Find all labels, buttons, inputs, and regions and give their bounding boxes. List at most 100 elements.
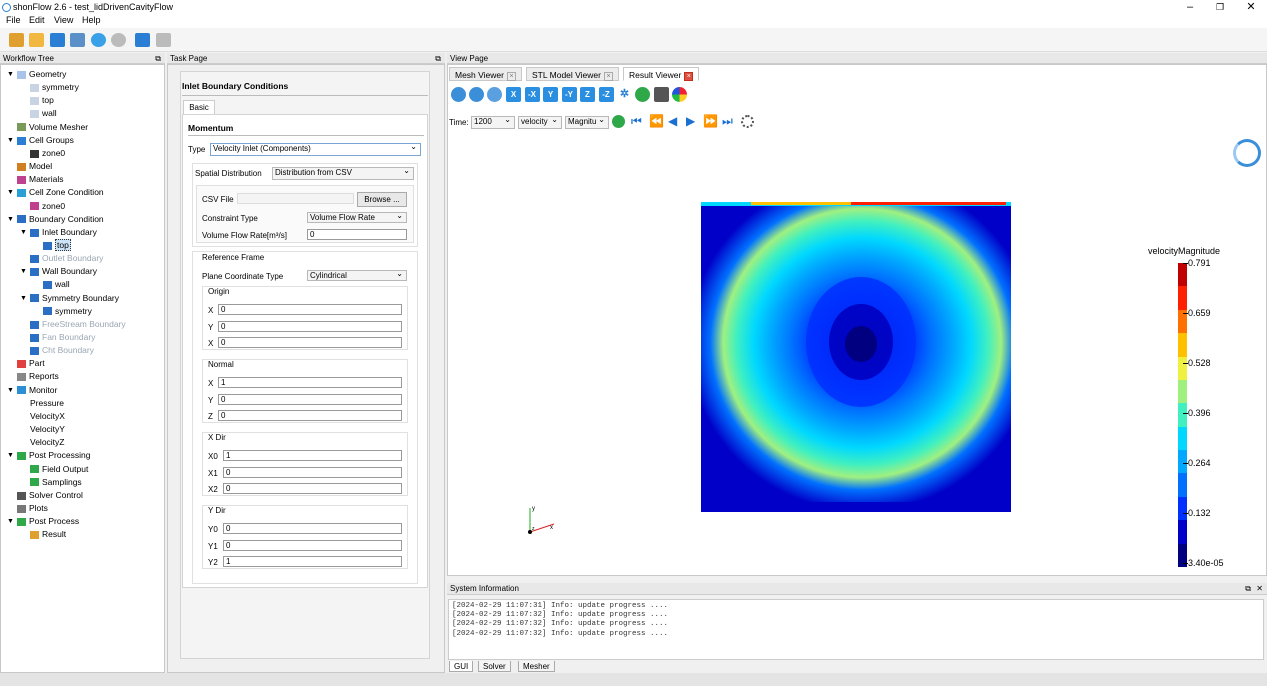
- normal-field-input[interactable]: 1: [218, 377, 402, 388]
- close-tab-icon[interactable]: ×: [603, 72, 613, 81]
- normal-field-input[interactable]: 0: [218, 410, 402, 421]
- open-folder-icon[interactable]: [29, 33, 44, 47]
- tree-item[interactable]: ▼ Symmetry Boundary: [20, 293, 119, 304]
- float-panel-icon[interactable]: ⧉: [435, 53, 441, 64]
- field-select[interactable]: velocity: [518, 115, 562, 129]
- tab-result-viewer[interactable]: Result Viewer ×: [623, 67, 700, 81]
- tree-item[interactable]: Volume Mesher: [17, 122, 88, 133]
- tree-item[interactable]: FreeStream Boundary: [30, 319, 126, 330]
- tree-item[interactable]: Samplings: [30, 477, 82, 488]
- tree-item[interactable]: top: [43, 238, 71, 251]
- expand-arrow-icon[interactable]: ▼: [20, 227, 27, 238]
- ydir-field-input[interactable]: 0: [223, 539, 402, 551]
- menu-view[interactable]: View: [54, 15, 73, 25]
- tree-item[interactable]: VelocityZ: [30, 437, 65, 448]
- menu-file[interactable]: File: [6, 15, 21, 25]
- xdir-field-input[interactable]: 0: [223, 483, 402, 494]
- tree-item[interactable]: Cht Boundary: [30, 345, 94, 356]
- view-Y-button[interactable]: Y: [543, 87, 558, 102]
- view-X-button[interactable]: X: [506, 87, 521, 102]
- menu-edit[interactable]: Edit: [29, 15, 45, 25]
- close-tab-icon[interactable]: ×: [684, 72, 694, 81]
- expand-arrow-icon[interactable]: ▼: [7, 214, 14, 225]
- rotate-view-icon[interactable]: [451, 87, 466, 102]
- fit-view-icon[interactable]: [487, 87, 502, 102]
- plane-select[interactable]: Cylindrical: [307, 269, 407, 281]
- expand-arrow-icon[interactable]: ▼: [7, 450, 14, 461]
- view-negY-button[interactable]: -Y: [561, 87, 577, 102]
- type-select[interactable]: Velocity Inlet (Components): [210, 142, 421, 156]
- tree-item[interactable]: VelocityX: [30, 411, 65, 422]
- maximize-button[interactable]: ❐: [1205, 0, 1235, 14]
- origin-field-input[interactable]: 0: [218, 304, 402, 315]
- menu-help[interactable]: Help: [82, 15, 101, 25]
- fast-forward-icon[interactable]: ⏩: [703, 114, 718, 128]
- tree-item[interactable]: Model: [17, 161, 52, 172]
- xdir-field-input[interactable]: 1: [223, 450, 402, 461]
- tab-solver[interactable]: Solver: [478, 661, 511, 672]
- log-output[interactable]: [2024-02-29 11:07:31] Info: update progr…: [448, 599, 1264, 660]
- tree-item[interactable]: ▼ Post Processing: [7, 450, 90, 461]
- tree-item[interactable]: Materials: [17, 174, 63, 185]
- save-icon[interactable]: [50, 33, 65, 47]
- tree-item[interactable]: ▼ Cell Zone Condition: [7, 187, 104, 198]
- camera-icon[interactable]: [654, 87, 669, 102]
- view-negZ-button[interactable]: -Z: [598, 87, 614, 102]
- tree-item[interactable]: ▼ Geometry: [7, 69, 66, 80]
- refresh-icon[interactable]: [612, 115, 625, 128]
- minimize-button[interactable]: –: [1175, 0, 1205, 14]
- expand-arrow-icon[interactable]: ▼: [7, 516, 14, 527]
- first-frame-icon[interactable]: ⏮: [631, 114, 642, 129]
- tree-item[interactable]: zone0: [30, 148, 65, 159]
- tree-item[interactable]: ▼ Inlet Boundary: [20, 227, 97, 238]
- play-icon[interactable]: ▶: [686, 114, 695, 128]
- tab-mesher[interactable]: Mesher: [518, 661, 555, 672]
- tab-mesh-viewer[interactable]: Mesh Viewer ×: [449, 67, 522, 81]
- expand-arrow-icon[interactable]: ▼: [20, 266, 27, 277]
- expand-arrow-icon[interactable]: ▼: [7, 385, 14, 396]
- csv-file-input[interactable]: [237, 193, 354, 204]
- expand-arrow-icon[interactable]: ▼: [7, 69, 14, 80]
- pick-icon[interactable]: ✲: [617, 87, 632, 102]
- play-backward-icon[interactable]: ◀: [668, 114, 677, 128]
- reset-view-icon[interactable]: [469, 87, 484, 102]
- tree-item[interactable]: VelocityY: [30, 424, 65, 435]
- tree-item[interactable]: symmetry: [30, 82, 79, 93]
- tree-item[interactable]: wall: [43, 279, 70, 290]
- save-as-icon[interactable]: [70, 33, 85, 47]
- tree-item[interactable]: ▼ Wall Boundary: [20, 266, 97, 277]
- loop-icon[interactable]: [741, 115, 754, 128]
- tab-stl-model-viewer[interactable]: STL Model Viewer ×: [526, 67, 619, 81]
- tab-gui[interactable]: GUI: [449, 661, 474, 672]
- tree-item[interactable]: Outlet Boundary: [30, 253, 103, 264]
- last-frame-icon[interactable]: ⏭: [722, 114, 733, 129]
- expand-arrow-icon[interactable]: ▼: [7, 187, 14, 198]
- close-panel-icon[interactable]: ✕: [1256, 583, 1263, 594]
- undo-icon[interactable]: [135, 33, 150, 47]
- tree-item[interactable]: Plots: [17, 503, 48, 514]
- tree-item[interactable]: symmetry: [43, 306, 92, 317]
- tree-item[interactable]: top: [30, 95, 54, 106]
- tree-item[interactable]: ▼ Boundary Condition: [7, 214, 104, 225]
- expand-arrow-icon[interactable]: ▼: [20, 293, 27, 304]
- ydir-field-input[interactable]: 1: [223, 556, 402, 567]
- tree-item[interactable]: ▼ Monitor: [7, 385, 57, 396]
- tab-basic[interactable]: Basic: [183, 100, 215, 114]
- tree-item[interactable]: Fan Boundary: [30, 332, 95, 343]
- run-icon[interactable]: [91, 33, 106, 47]
- close-tab-icon[interactable]: ×: [506, 72, 516, 81]
- mesh-toggle-icon[interactable]: [635, 87, 650, 102]
- normal-field-input[interactable]: 0: [218, 393, 402, 405]
- color-map-icon[interactable]: [672, 87, 687, 102]
- tree-item[interactable]: Solver Control: [17, 490, 83, 501]
- origin-field-input[interactable]: 0: [218, 320, 402, 332]
- tree-item[interactable]: Reports: [17, 371, 59, 382]
- tree-item[interactable]: Pressure: [30, 398, 64, 409]
- view-Z-button[interactable]: Z: [580, 87, 595, 102]
- ydir-field-input[interactable]: 0: [223, 523, 402, 534]
- tree-item[interactable]: Part: [17, 358, 45, 369]
- tree-item[interactable]: ▼ Cell Groups: [7, 135, 74, 146]
- float-panel-icon[interactable]: ⧉: [155, 53, 161, 64]
- tree-item[interactable]: Result: [30, 529, 66, 540]
- close-button[interactable]: ✕: [1236, 0, 1266, 14]
